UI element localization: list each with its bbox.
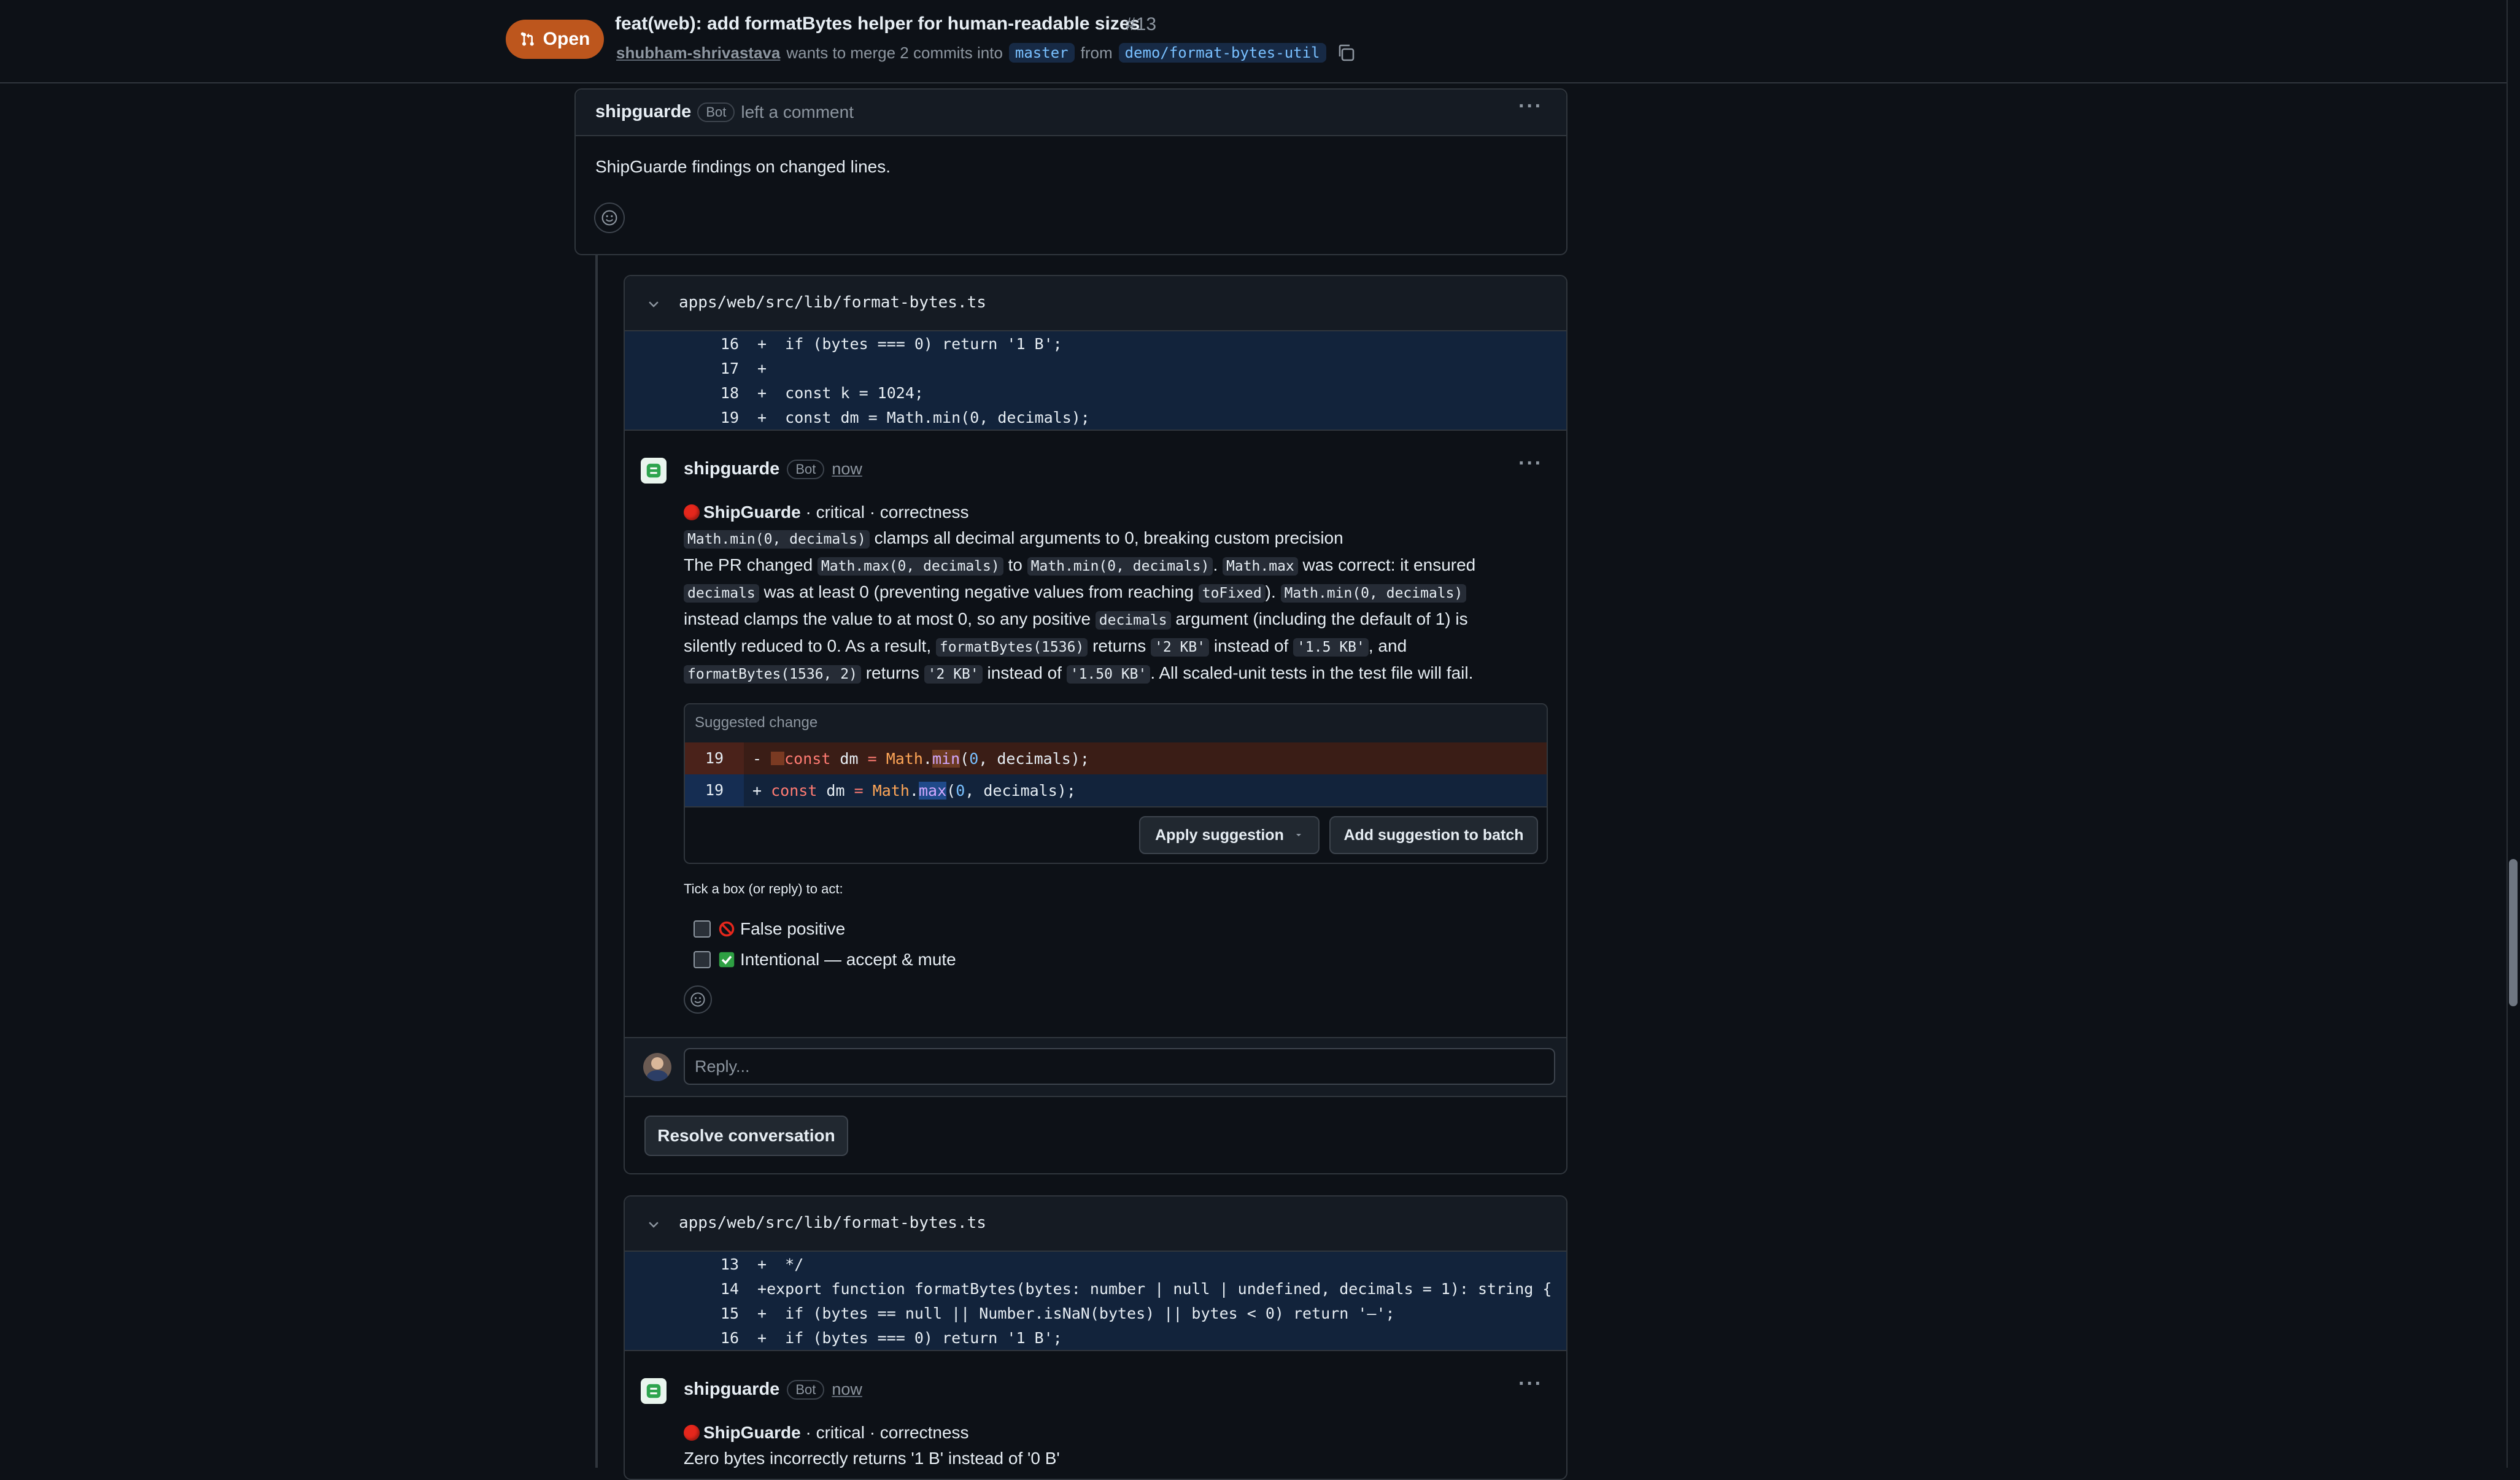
- chevron-down-icon[interactable]: [647, 297, 660, 310]
- check-mark-icon: [719, 952, 735, 968]
- chevron-down-icon[interactable]: [647, 1217, 660, 1231]
- finding-heading: ShipGuarde · critical · correctness: [684, 499, 1555, 525]
- scrollbar-thumb[interactable]: [2509, 859, 2518, 1006]
- file-header: apps/web/src/lib/format-bytes.ts: [625, 276, 1566, 331]
- file-path[interactable]: apps/web/src/lib/format-bytes.ts: [679, 1214, 986, 1232]
- comment-author[interactable]: shipguarde: [595, 102, 691, 122]
- diff-line: 16 + if (bytes === 0) return '1 B';: [625, 1325, 1566, 1350]
- file-path[interactable]: apps/web/src/lib/format-bytes.ts: [679, 293, 986, 312]
- pr-state-badge: Open: [506, 20, 604, 59]
- suggestion-removed-line: 19 - const dm = Math. min(0, decimals);: [685, 742, 1547, 774]
- head-branch[interactable]: demo/format-bytes-util: [1118, 43, 1326, 63]
- diff-line: 17 +: [625, 356, 1566, 380]
- tick-instructions: Tick a box (or reply) to act:: [684, 881, 843, 896]
- review-thread: apps/web/src/lib/format-bytes.ts 13 + */ …: [624, 1195, 1567, 1480]
- apply-suggestion-button[interactable]: Apply suggestion: [1139, 816, 1320, 854]
- bot-badge: Bot: [787, 459, 825, 479]
- user-avatar[interactable]: [643, 1053, 671, 1081]
- merge-text: wants to merge 2 commits into: [786, 43, 1003, 62]
- pr-title: feat(web): add formatBytes helper for hu…: [615, 13, 1140, 34]
- copy-icon[interactable]: [1336, 43, 1356, 63]
- pr-number: #13: [1126, 14, 1157, 34]
- suggestion-added-line: 19 + const dm = Math. max(0, decimals);: [685, 774, 1547, 806]
- more-options-icon[interactable]: ···: [1518, 94, 1543, 118]
- comment-action: left a comment: [741, 102, 854, 121]
- more-options-icon[interactable]: ···: [1518, 452, 1543, 476]
- review-thread: apps/web/src/lib/format-bytes.ts 16 + if …: [624, 275, 1567, 1174]
- resolve-conversation-button[interactable]: Resolve conversation: [644, 1116, 848, 1156]
- git-pull-request-icon: [520, 32, 534, 46]
- prohibited-icon: [719, 921, 735, 937]
- diff-line: 16 + if (bytes === 0) return '1 B';: [625, 331, 1566, 356]
- critical-dot-icon: [684, 1425, 700, 1441]
- comment-author[interactable]: shipguarde: [684, 459, 779, 479]
- diff-line: 15 + if (bytes == null || Number.isNaN(by…: [625, 1301, 1566, 1325]
- base-branch[interactable]: master: [1008, 43, 1075, 63]
- diff-line: 14 + export function formatBytes(bytes: nu…: [625, 1276, 1566, 1301]
- add-to-batch-button[interactable]: Add suggestion to batch: [1329, 816, 1538, 854]
- comment-body: ShipGuarde · critical · correctness Math…: [684, 499, 1555, 687]
- pr-state-label: Open: [543, 29, 590, 49]
- comment-time[interactable]: now: [832, 460, 862, 479]
- finding-heading: ShipGuarde · critical · correctness: [684, 1420, 1555, 1446]
- caret-down-icon[interactable]: [1294, 830, 1304, 840]
- comment-body: ShipGuarde findings on changed lines.: [595, 157, 891, 176]
- bot-badge: Bot: [697, 102, 735, 122]
- top-comment: shipguarde Bot left a comment ··· ShipGu…: [574, 88, 1567, 255]
- from-text: from: [1080, 43, 1113, 62]
- diff-line: 19 + const dm = Math.min(0, decimals);: [625, 405, 1566, 430]
- file-header: apps/web/src/lib/format-bytes.ts: [625, 1197, 1566, 1252]
- finding-title: Math.min(0, decimals) clamps all decimal…: [684, 525, 1555, 552]
- intentional-checkbox[interactable]: [694, 951, 711, 968]
- suggested-change-label: Suggested change: [695, 714, 818, 731]
- top-comment-header: shipguarde Bot left a comment ···: [576, 90, 1566, 136]
- suggested-change-box: Suggested change 19 - const dm = Math. mi…: [684, 703, 1548, 864]
- critical-dot-icon: [684, 504, 700, 520]
- diff-line: 18 + const k = 1024;: [625, 380, 1566, 405]
- pr-header: Open feat(web): add formatBytes helper f…: [0, 0, 2506, 83]
- comment-author[interactable]: shipguarde: [684, 1379, 779, 1400]
- more-options-icon[interactable]: ···: [1518, 1372, 1543, 1396]
- pr-subtitle: shubham-shrivastava wants to merge 2 com…: [616, 43, 1356, 63]
- add-reaction-icon[interactable]: [594, 202, 625, 233]
- scrollbar-track[interactable]: [2506, 0, 2520, 1468]
- reply-input[interactable]: Reply...: [684, 1048, 1555, 1085]
- false-positive-checkbox[interactable]: [694, 920, 711, 938]
- comment-time[interactable]: now: [832, 1380, 862, 1399]
- bot-badge: Bot: [787, 1379, 825, 1400]
- intentional-option[interactable]: Intentional — accept & mute: [694, 950, 956, 969]
- diff-line: 13 + */: [625, 1252, 1566, 1276]
- finding-description: The PR changed Math.max(0, decimals) to …: [684, 555, 1476, 684]
- add-reaction-icon[interactable]: [684, 985, 712, 1014]
- false-positive-option[interactable]: False positive: [694, 919, 845, 939]
- pr-author-link[interactable]: shubham-shrivastava: [616, 44, 780, 63]
- comment-body: ShipGuarde · critical · correctness Zero…: [684, 1420, 1555, 1471]
- timeline-line: [595, 245, 598, 1468]
- bot-avatar[interactable]: [641, 1378, 667, 1404]
- bot-avatar[interactable]: [641, 458, 667, 484]
